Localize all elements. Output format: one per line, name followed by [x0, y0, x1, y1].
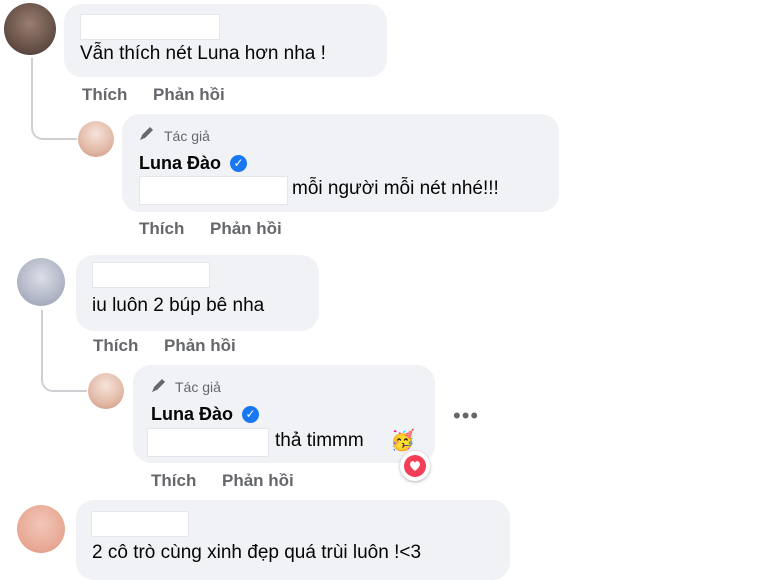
reply-button[interactable]: Phản hồi [210, 219, 282, 239]
pencil-icon [138, 124, 156, 142]
avatar[interactable] [17, 258, 65, 306]
comment-text: Vẫn thích nét Luna hơn nha ! [80, 43, 326, 64]
author-avatar[interactable] [88, 373, 124, 409]
redacted-username [80, 14, 220, 40]
redacted-username [91, 511, 189, 537]
redacted-username [92, 262, 210, 288]
party-face-emoji-icon: 🥳 [390, 430, 415, 452]
reply-text: thả timmm [275, 430, 364, 451]
redacted-mention [139, 176, 288, 205]
like-button[interactable]: Thích [82, 85, 127, 105]
reply-text: mỗi người mỗi nét nhé!!! [292, 178, 499, 199]
author-tag: Tác giả [175, 379, 221, 395]
like-button[interactable]: Thích [151, 471, 196, 491]
verified-badge-icon: ✓ [230, 155, 247, 172]
reply-button[interactable]: Phản hồi [222, 471, 294, 491]
like-button[interactable]: Thích [139, 219, 184, 239]
author-avatar[interactable] [78, 121, 114, 157]
like-button[interactable]: Thích [93, 336, 138, 356]
pencil-icon [150, 376, 168, 394]
reply-button[interactable]: Phản hồi [164, 336, 236, 356]
author-name[interactable]: Luna Đào [139, 153, 221, 174]
avatar[interactable] [17, 505, 65, 553]
comment-text: 2 cô trò cùng xinh đẹp quá trùi luôn !<3 [92, 542, 422, 563]
redacted-mention [147, 428, 269, 457]
avatar[interactable] [4, 3, 56, 55]
author-name[interactable]: Luna Đào [151, 404, 233, 425]
heart-reaction-icon[interactable] [400, 451, 430, 481]
comment-text: iu luôn 2 búp bê nha [92, 295, 265, 316]
reply-button[interactable]: Phản hồi [153, 85, 225, 105]
more-options-icon[interactable]: ••• [453, 403, 479, 429]
verified-badge-icon: ✓ [242, 406, 259, 423]
author-tag: Tác giả [164, 128, 210, 144]
